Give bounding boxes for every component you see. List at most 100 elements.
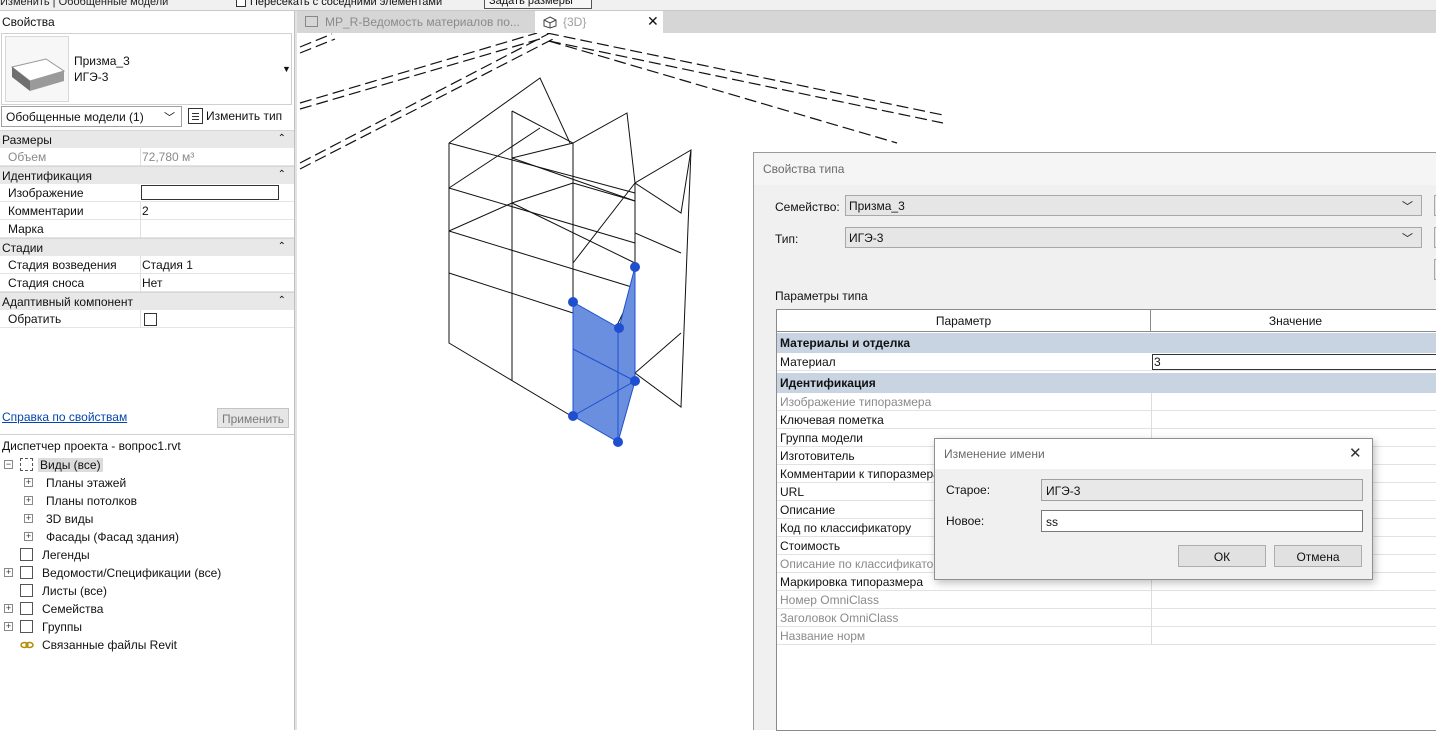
expand-icon[interactable]: + [4,622,13,631]
group-phases-label: Стадии [2,241,44,255]
family-select-value: Призма_3 [849,199,905,213]
type-name: ИГЭ-3 [74,70,109,84]
group-adaptive[interactable]: Адаптивный компонент ⌃ [0,292,294,310]
collapse-icon[interactable]: ⌃ [278,133,286,144]
image-field[interactable] [141,185,279,200]
families-icon [20,602,33,615]
close-icon[interactable]: ✕ [647,13,659,30]
row-volume: Объем 72,780 м³ [0,148,294,166]
apply-button[interactable]: Применить [217,408,289,428]
expand-icon[interactable]: + [24,514,33,523]
value-cell[interactable] [1151,627,1152,645]
chevron-down-icon: ﹀ [164,112,175,124]
3d-view-icon [543,16,557,29]
value-cell[interactable] [1151,591,1152,609]
volume-label: Объем [8,150,47,164]
type-select[interactable]: ИГЭ-3 ﹀ [845,227,1422,248]
table-row: Материал 3 [777,353,1436,371]
parameter-label: Ключевая пометка [780,413,884,427]
grip-point[interactable] [568,411,578,421]
phase-created-value[interactable]: Стадия 1 [142,258,193,272]
tree-node-label: Фасады (Фасад здания) [46,530,179,544]
group-materials[interactable]: Материалы и отделка [777,333,1436,353]
group-dimensions[interactable]: Размеры ⌃ [0,130,294,148]
group-identity[interactable]: Идентификация ⌃ [0,166,294,184]
table-header: Параметр Значение [777,310,1436,332]
column-parameter[interactable]: Параметр [777,310,1151,332]
image-label: Изображение [8,186,84,200]
project-browser-title: Диспетчер проекта - вопрос1.rvt [2,439,181,453]
material-value-field[interactable]: 3 [1152,354,1436,370]
properties-title: Свойства [2,15,55,29]
value-cell[interactable] [1151,609,1152,627]
join-checkbox-label: Пересекать с соседними элементами [250,0,443,8]
material-label: Материал [780,355,836,369]
rename-dialog-title: Изменение имени [944,447,1045,461]
group-identity-data[interactable]: Идентификация [777,373,1436,393]
expand-icon[interactable]: + [24,496,33,505]
tree-node-label: Виды (все) [38,458,103,472]
edit-type-button[interactable]: Изменить тип [186,106,291,127]
type-selector[interactable]: Призма_3 ИГЭ-3 ▼ [1,33,292,105]
collapse-icon[interactable]: ⌃ [278,295,286,306]
grip-point[interactable] [630,376,640,386]
family-label: Семейство: [775,200,840,214]
set-dimensions-button[interactable]: Задать размеры [484,0,592,9]
row-image: Изображение [0,184,294,202]
tree-node-label: Планы этажей [46,476,127,490]
properties-help-link[interactable]: Справка по свойствам [2,410,127,424]
family-select[interactable]: Призма_3 ﹀ [845,195,1422,216]
selected-element[interactable] [572,266,636,443]
row-phase-demolished: Стадия сноса Нет [0,274,294,292]
grip-point[interactable] [568,297,578,307]
edit-type-label: Изменить тип [206,109,283,123]
comments-value[interactable]: 2 [142,204,149,218]
phase-demolished-value[interactable]: Нет [142,276,162,290]
new-name-label: Новое: [946,514,985,528]
group-phases[interactable]: Стадии ⌃ [0,238,294,256]
expand-icon[interactable]: + [4,568,13,577]
tab-schedule[interactable]: MP_R-Ведомость материалов по... [297,11,535,33]
ribbon-strip: Изменить | Обобщенные модели Пересекать … [0,0,1436,11]
tree-node-label: Группы [42,620,82,634]
row-comments: Комментарии 2 [0,202,294,220]
type-select-value: ИГЭ-3 [849,231,884,245]
column-value[interactable]: Значение [1152,310,1436,332]
new-name-input[interactable]: ss [1041,510,1363,532]
dropdown-arrow-icon[interactable]: ▼ [282,64,291,74]
schedule-tab-icon [305,16,318,27]
tree-node-label: Связанные файлы Revit [42,638,178,652]
links-icon [20,638,34,651]
join-checkbox[interactable] [236,0,246,7]
tree-node-label: Планы потолков [46,494,138,508]
cancel-button[interactable]: Отмена [1274,545,1362,567]
tab-3d-view[interactable]: {3D} ✕ [535,11,663,33]
expand-icon[interactable]: + [4,604,13,613]
tab-3d-view-label: {3D} [563,15,587,29]
comments-label: Комментарии [8,204,84,218]
collapse-icon[interactable]: − [4,460,13,469]
grip-point[interactable] [630,262,640,272]
close-icon[interactable]: ✕ [1349,444,1362,462]
value-cell[interactable] [1151,393,1152,411]
collapse-icon[interactable]: ⌃ [278,241,286,252]
row-mark: Марка [0,220,294,238]
table-row: Изображение типоразмера [777,393,1436,411]
category-select[interactable]: Обобщенные модели (1) ﹀ [1,106,182,127]
sheets-icon [20,584,33,597]
grip-point[interactable] [614,323,624,333]
flip-checkbox[interactable] [144,313,157,326]
prism-thumbnail-icon [5,36,69,102]
value-cell[interactable] [1151,411,1152,429]
grip-point[interactable] [613,437,623,447]
collapse-icon[interactable]: ⌃ [278,169,286,180]
type-properties-titlebar[interactable] [754,153,1436,185]
context-tab-label[interactable]: Изменить | Обобщенные модели [0,0,168,8]
expand-icon[interactable]: + [24,478,33,487]
group-identity-label: Идентификация [2,169,92,183]
old-name-field: ИГЭ-3 [1041,479,1363,501]
type-properties-title: Свойства типа [763,162,845,176]
parameter-label: Номер OmniClass [780,593,879,607]
expand-icon[interactable]: + [24,532,33,541]
ok-button[interactable]: ОК [1178,545,1266,567]
